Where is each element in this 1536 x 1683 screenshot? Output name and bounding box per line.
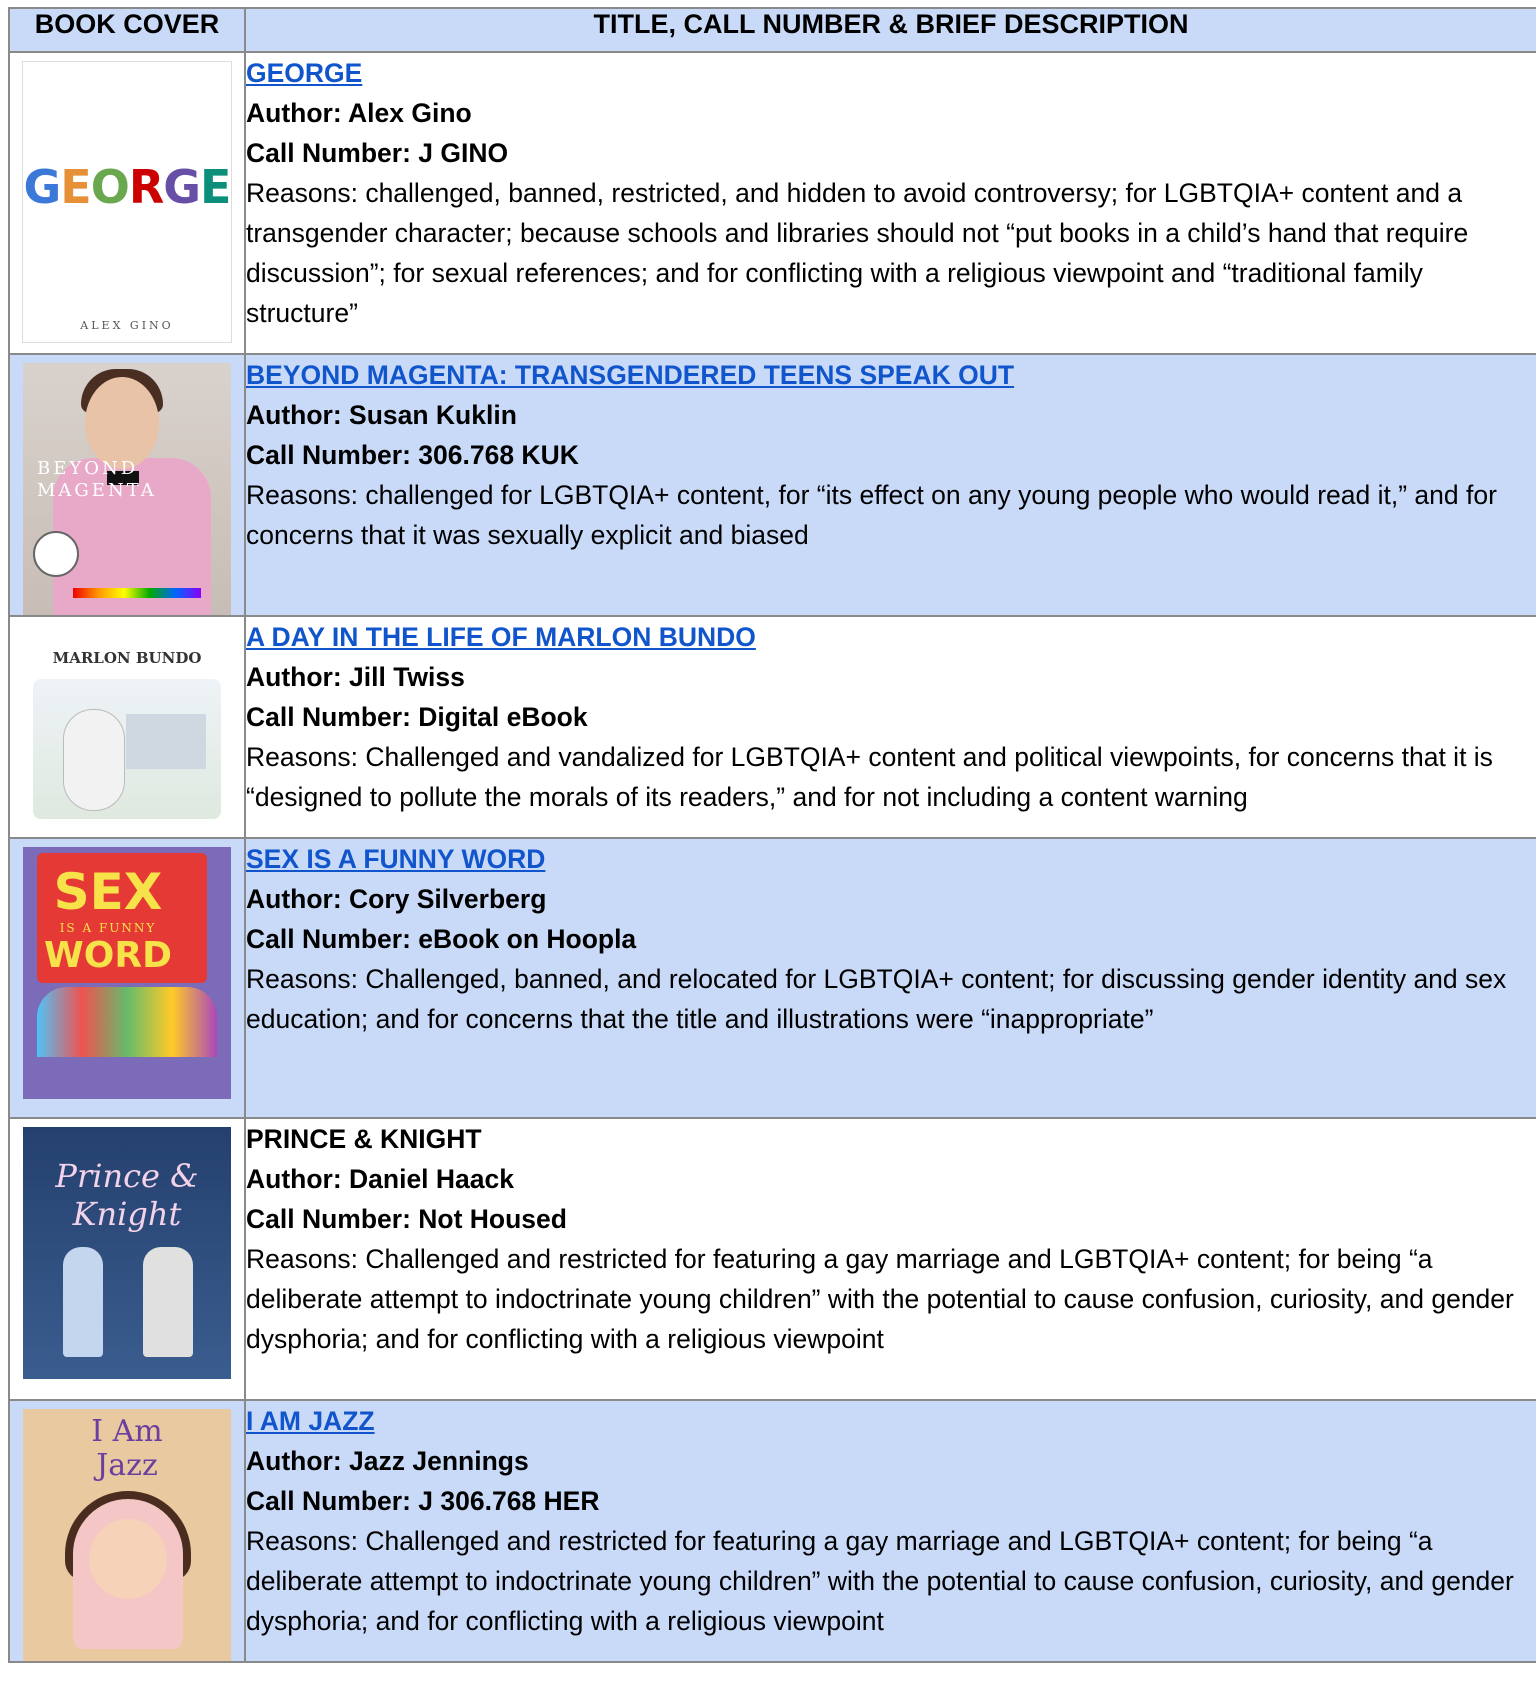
header-title-description: TITLE, CALL NUMBER & BRIEF DESCRIPTION: [244, 7, 1536, 53]
description-cell: A DAY IN THE LIFE OF MARLON BUNDO Author…: [244, 615, 1536, 839]
book-cover-image: SEX IS A FUNNY WORD: [23, 847, 231, 1099]
book-title-link[interactable]: GEORGE: [246, 58, 362, 88]
book-reasons: Reasons: Challenged and restricted for f…: [246, 1526, 1514, 1636]
table-header-row: BOOK COVER TITLE, CALL NUMBER & BRIEF DE…: [8, 7, 1536, 53]
book-author: Author: Jill Twiss: [246, 662, 465, 692]
book-cover-image: BEYOND MAGENTA: [23, 363, 231, 615]
book-title-link[interactable]: A DAY IN THE LIFE OF MARLON BUNDO: [246, 622, 756, 652]
girl-illustration: [89, 1519, 167, 1599]
table-row: Prince & Knight PRINCE & KNIGHT Author: …: [8, 1117, 1536, 1401]
book-title-link[interactable]: SEX IS A FUNNY WORD: [246, 844, 545, 874]
description-cell: I AM JAZZ Author: Jazz Jennings Call Num…: [244, 1399, 1536, 1663]
cover-cell: I Am Jazz: [8, 1399, 246, 1663]
cover-title: GEORGE: [23, 160, 231, 214]
book-author: Author: Cory Silverberg: [246, 884, 547, 914]
book-reasons: Reasons: challenged, banned, restricted,…: [246, 178, 1469, 328]
book-call-number: Call Number: eBook on Hoopla: [246, 924, 637, 954]
book-table: BOOK COVER TITLE, CALL NUMBER & BRIEF DE…: [8, 7, 1536, 1663]
book-author: Author: Daniel Haack: [246, 1164, 515, 1194]
book-title: PRINCE & KNIGHT: [246, 1124, 482, 1154]
cover-cell: GEORGE ALEX GINO: [8, 51, 246, 355]
book-cover-image: GEORGE ALEX GINO: [22, 61, 232, 343]
table-row: SEX IS A FUNNY WORD SEX IS A FUNNY WORD …: [8, 837, 1536, 1119]
cover-word-is-a-funny: IS A FUNNY: [59, 921, 157, 935]
book-cover-image: MARLON BUNDO: [23, 629, 231, 829]
description-cell: GEORGE Author: Alex Gino Call Number: J …: [244, 51, 1536, 355]
cover-cell: Prince & Knight: [8, 1117, 246, 1401]
cover-title: MARLON BUNDO: [52, 649, 202, 667]
book-title-link[interactable]: BEYOND MAGENTA: TRANSGENDERED TEENS SPEA…: [246, 360, 1014, 390]
cover-cell: SEX IS A FUNNY WORD: [8, 837, 246, 1119]
cover-cell: MARLON BUNDO: [8, 615, 246, 839]
book-reasons: Reasons: challenged for LGBTQIA+ content…: [246, 480, 1497, 550]
book-reasons: Reasons: Challenged, banned, and relocat…: [246, 964, 1507, 1034]
bunny-illustration: [63, 709, 125, 811]
table-row: BEYOND MAGENTA BEYOND MAGENTA: TRANSGEND…: [8, 353, 1536, 617]
book-cover-image: Prince & Knight: [23, 1127, 231, 1379]
book-author: Author: Susan Kuklin: [246, 400, 517, 430]
book-call-number: Call Number: J 306.768 HER: [246, 1486, 600, 1516]
prince-illustration: [63, 1247, 103, 1357]
table-row: MARLON BUNDO A DAY IN THE LIFE OF MARLON…: [8, 615, 1536, 839]
cover-title-line1: BEYOND: [37, 458, 139, 479]
description-cell: PRINCE & KNIGHT Author: Daniel Haack Cal…: [244, 1117, 1536, 1401]
book-reasons: Reasons: Challenged and restricted for f…: [246, 1244, 1514, 1354]
kids-illustration: [37, 987, 217, 1057]
book-call-number: Call Number: Not Housed: [246, 1204, 567, 1234]
book-author: Author: Alex Gino: [246, 98, 472, 128]
book-title-link[interactable]: I AM JAZZ: [246, 1406, 375, 1436]
cover-author: ALEX GINO: [80, 319, 174, 332]
table-row: I Am Jazz I AM JAZZ Author: Jazz Jennings…: [8, 1399, 1536, 1663]
cover-word-word: WORD: [44, 935, 172, 976]
book-call-number: Call Number: Digital eBook: [246, 702, 588, 732]
description-cell: BEYOND MAGENTA: TRANSGENDERED TEENS SPEA…: [244, 353, 1536, 617]
book-call-number: Call Number: 306.768 KUK: [246, 440, 579, 470]
knight-illustration: [143, 1247, 193, 1357]
book-call-number: Call Number: J GINO: [246, 138, 509, 168]
book-cover-image: I Am Jazz: [23, 1409, 231, 1661]
cover-title-line2: MAGENTA: [37, 480, 157, 501]
description-cell: SEX IS A FUNNY WORD Author: Cory Silverb…: [244, 837, 1536, 1119]
cover-title: Prince & Knight: [55, 1157, 199, 1233]
award-badge-icon: [33, 531, 79, 577]
cover-title: I Am Jazz: [91, 1414, 163, 1483]
book-author: Author: Jazz Jennings: [246, 1446, 529, 1476]
header-book-cover: BOOK COVER: [8, 7, 246, 53]
table-row: GEORGE ALEX GINO GEORGE Author: Alex Gin…: [8, 51, 1536, 355]
cover-word-sex: SEX: [53, 863, 163, 921]
book-reasons: Reasons: Challenged and vandalized for L…: [246, 742, 1493, 812]
cover-cell: BEYOND MAGENTA: [8, 353, 246, 617]
